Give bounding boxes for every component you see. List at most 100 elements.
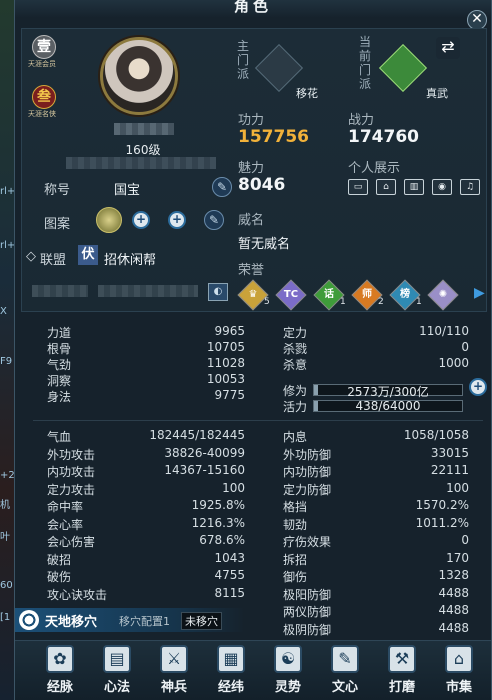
attr-right-value: 110/110 [419, 324, 469, 338]
bell-icon[interactable]: ♫ [460, 179, 480, 195]
badge-vip-icon: 壹 [32, 35, 56, 59]
strip-fragment: 机 [0, 500, 10, 511]
attr-left-label: 根骨 [47, 342, 72, 356]
strip-fragment: 叶 [0, 532, 10, 543]
combat-right-value: 1328 [438, 568, 469, 582]
gongli-label: 功力 [238, 113, 265, 128]
combat-right-label: 御伤 [283, 570, 308, 584]
combat-right-label: 两仪防御 [283, 605, 332, 619]
character-panel: 角色 ✕ 壹 天涯会员 叁 天涯名侠 160级 称号 国宝 ✎ 图案 + + ✎… [14, 0, 492, 700]
pen-icon: ✎ [208, 213, 220, 227]
combat-right-row: 内息 1058/1058 [283, 428, 469, 446]
player-level: 160级 [125, 143, 161, 157]
nav-damo[interactable]: ⚒ 打磨 [379, 645, 425, 695]
nav-wenxin[interactable]: ✎ 文心 [322, 645, 368, 695]
gongli-value: 157756 [238, 127, 309, 147]
honor-count: 2 [378, 297, 384, 307]
bottom-nav: ✿ 经脉 ▤ 心法 ⚔ 神兵 ▦ 经纬 ☯ 灵势 ✎ 文心 ⚒ 打磨 ⌂ 市集 [15, 640, 491, 700]
fame-label: 威名 [238, 213, 265, 228]
combat-right-label: 极阴防御 [283, 622, 332, 637]
badge-vip[interactable]: 壹 天涯会员 [28, 35, 58, 69]
combat-left-value: 1925.8% [191, 498, 245, 512]
honor-count: 1 [340, 297, 346, 307]
combat-right-value: 1570.2% [415, 498, 469, 512]
combat-left-value: 14367-15160 [164, 463, 245, 477]
nav-lingshi[interactable]: ☯ 灵势 [265, 645, 311, 695]
combat-left-label: 命中率 [47, 500, 84, 514]
xiuwei-label: 修为 [283, 384, 308, 398]
house-icon[interactable]: ⌂ [376, 179, 396, 195]
title-label: 称号 [44, 183, 71, 198]
add-pattern-button-1[interactable]: + [132, 211, 150, 229]
guild-tag: 伏 [78, 245, 98, 265]
combat-right-label: 疗伤效果 [283, 535, 332, 549]
fashion-icon[interactable]: ◐ [208, 283, 228, 301]
combat-left-label: 内功攻击 [47, 465, 96, 479]
xiuwei-add-button[interactable]: + [469, 378, 487, 396]
attr-right-row: 杀意 1000 [283, 356, 469, 374]
strip-fragment: rl+ [0, 186, 14, 197]
nav-jingwei[interactable]: ▦ 经纬 [208, 645, 254, 695]
combat-right-label: 内息 [283, 430, 308, 444]
honor-glyph: TC [283, 289, 299, 300]
combat-right-row: 外功防御 33015 [283, 446, 469, 464]
combat-right-value: 170 [446, 550, 469, 565]
stats-divider [33, 420, 483, 421]
combat-left-label: 定力攻击 [47, 482, 96, 497]
nav-label: 经脉 [46, 680, 73, 695]
grid-icon: ▦ [217, 645, 245, 673]
combat-right-row: 韧劲 1011.2% [283, 516, 469, 534]
combat-left-row: 命中率 1925.8% [47, 498, 245, 516]
add-pattern-button-2[interactable]: + [168, 211, 186, 229]
eye-icon[interactable]: ◉ [432, 179, 452, 195]
honor-label: 荣誉 [238, 263, 265, 278]
window-title: 角色 [233, 0, 272, 15]
strip-fragment: [1 [0, 612, 11, 623]
nav-jingmai[interactable]: ✿ 经脉 [37, 645, 83, 695]
combat-left-value: 4755 [214, 568, 245, 582]
avatar[interactable] [100, 37, 178, 115]
combat-right-value: 1058/1058 [403, 428, 469, 442]
swirl-badge-icon[interactable]: ✺ [427, 279, 459, 311]
attr-right-label: 杀戮 [283, 342, 308, 356]
city-icon[interactable]: ▥ [404, 179, 424, 195]
pattern-emblem-icon[interactable] [96, 207, 122, 233]
combat-right-value: 1011.2% [415, 515, 469, 530]
nav-xinfa[interactable]: ▤ 心法 [94, 645, 140, 695]
combat-left-row: 定力攻击 100 [47, 481, 245, 499]
plus-icon: + [472, 379, 484, 393]
nav-label: 神兵 [160, 680, 187, 695]
nav-shiji[interactable]: ⌂ 市集 [436, 645, 482, 695]
pen-icon: ✎ [216, 180, 228, 194]
combat-right-row: 疗伤效果 0 [283, 533, 469, 551]
edit-title-button[interactable]: ✎ [212, 177, 232, 197]
nav-label: 灵势 [274, 680, 301, 695]
honor-count: 1 [416, 297, 422, 307]
tc-badge-icon[interactable]: TC [275, 279, 307, 311]
combat-left-label: 气血 [47, 430, 72, 444]
main-sect-name: 移花 [296, 87, 318, 100]
strip-fragment: X [0, 306, 7, 317]
honor-next-arrow[interactable]: ▶ [474, 285, 485, 301]
badge-hero[interactable]: 叁 天涯名侠 [28, 85, 58, 119]
combat-left-row: 破招 1043 [47, 551, 245, 569]
meridian-icon: ✿ [46, 645, 74, 673]
combat-right-row: 御伤 1328 [283, 568, 469, 586]
acupoint-config[interactable]: 移穴配置1 [119, 613, 170, 629]
strip-fragment: rl+ [0, 240, 14, 251]
swap-sect-button[interactable]: ⇄ [436, 37, 460, 59]
combat-left-label: 攻心诀攻击 [47, 587, 108, 602]
combat-right-label: 韧劲 [283, 517, 308, 532]
guild-name[interactable]: 招休闲帮 [104, 249, 156, 268]
acupoint-bar[interactable]: 天地移穴 移穴配置1 未移穴 [15, 608, 245, 632]
close-button[interactable]: ✕ [467, 10, 487, 30]
name-card-icon[interactable]: ▭ [348, 179, 368, 195]
attr-left-label: 气劲 [47, 358, 72, 372]
strip-fragment: +2 [0, 470, 14, 481]
edit-pattern-button[interactable]: ✎ [204, 210, 224, 230]
nav-shenbing[interactable]: ⚔ 神兵 [151, 645, 197, 695]
current-sect-icon[interactable] [378, 43, 428, 93]
swap-icon: ⇄ [441, 37, 455, 56]
combat-left-row: 破伤 4755 [47, 568, 245, 586]
combat-left-row: 攻心诀攻击 8115 [47, 586, 245, 604]
